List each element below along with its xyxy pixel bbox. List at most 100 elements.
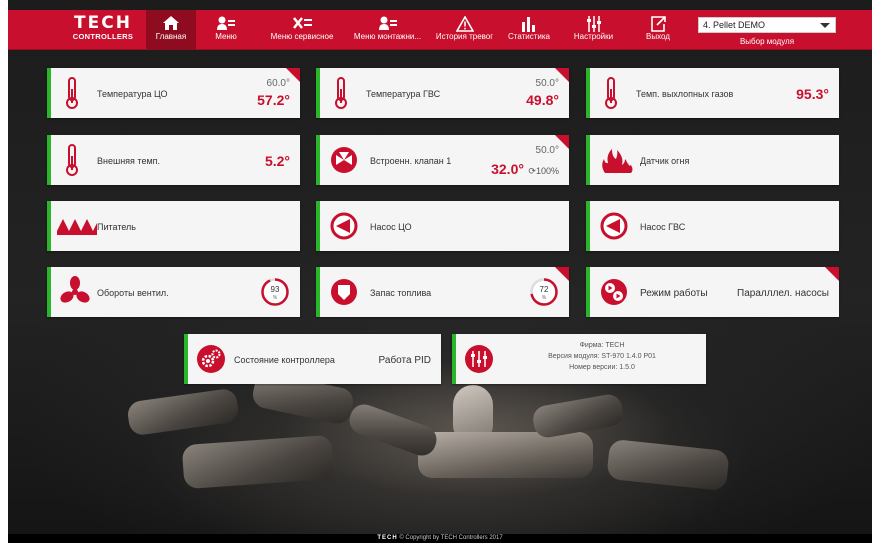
tile-fan-speed[interactable]: Обороты вентил. 93 % bbox=[47, 267, 300, 317]
tile-fire-sensor[interactable]: Датчик огня bbox=[586, 135, 839, 185]
tile-name: Состояние контроллера bbox=[234, 355, 335, 365]
gears-icon bbox=[196, 344, 226, 379]
nav-installer-menu[interactable]: Меню монтажни... bbox=[346, 10, 429, 50]
tile-mixing-valve[interactable]: Встроенн. клапан 1 50.0° 32.0° ⟳100% bbox=[316, 135, 569, 185]
info-sliders-icon bbox=[464, 344, 494, 379]
pellet-image-part bbox=[606, 438, 730, 492]
settings-sliders-icon bbox=[566, 10, 621, 32]
tile-exhaust-temperature[interactable]: Темп. выхлопных газов 95.3° bbox=[586, 68, 839, 118]
pellet-image-part bbox=[345, 400, 441, 460]
edit-corner-marker bbox=[286, 68, 300, 82]
tile-name: Питатель bbox=[97, 222, 136, 232]
nav-settings[interactable]: Настройки bbox=[566, 10, 621, 50]
nav-label: Статистика bbox=[507, 32, 550, 41]
tile-value: 57.2° bbox=[257, 92, 290, 108]
nav-label: Настройки bbox=[573, 32, 614, 41]
tile-name: Температура ЦО bbox=[97, 89, 168, 99]
installer-menu-icon bbox=[346, 10, 429, 32]
tile-name: Насос ЦО bbox=[370, 222, 412, 232]
feeder-icon bbox=[57, 215, 97, 240]
fire-icon bbox=[600, 146, 634, 179]
nav-alarm-history[interactable]: История тревог bbox=[431, 10, 498, 50]
tile-fuel-level[interactable]: Запас топлива 72 % bbox=[316, 267, 569, 317]
nav-label: Главная bbox=[155, 32, 187, 41]
tile-value: 32.0° bbox=[491, 161, 524, 177]
tile-gvs-temperature[interactable]: Температура ГВС 50.0° 49.8° bbox=[316, 68, 569, 118]
nav-menu[interactable]: Меню bbox=[204, 10, 248, 50]
menu-user-icon bbox=[204, 10, 248, 32]
tile-feeder[interactable]: Питатель bbox=[47, 201, 300, 251]
tile-name: Внешняя темп. bbox=[97, 156, 161, 166]
tile-value: Работа PID bbox=[378, 355, 431, 366]
nav-statistics[interactable]: Статистика bbox=[502, 10, 556, 50]
footer-copyright: © Copyright by TECH Controllers 2017 bbox=[399, 535, 503, 541]
tile-name: Запас топлива bbox=[370, 288, 432, 298]
nav-label: Меню bbox=[215, 32, 237, 41]
nav-home[interactable]: Главная bbox=[146, 10, 196, 50]
tile-value: 5.2° bbox=[264, 153, 290, 169]
tile-name: Режим работы bbox=[640, 288, 708, 299]
tile-pump-co[interactable]: Насос ЦО bbox=[316, 201, 569, 251]
gauge-value: 72 bbox=[540, 285, 549, 294]
tile-value: Паралллел. насосы bbox=[737, 288, 829, 299]
module-select-dropdown[interactable]: 4. Pellet DEMO bbox=[698, 17, 836, 33]
edit-corner-marker bbox=[555, 68, 569, 82]
valve-readout: 32.0° ⟳100% bbox=[491, 161, 559, 179]
module-select-value: 4. Pellet DEMO bbox=[703, 20, 766, 30]
valve-icon bbox=[330, 146, 358, 179]
logo-subtext: CONTROLLERS bbox=[72, 32, 134, 41]
tile-name: Насос ГВС bbox=[640, 222, 686, 232]
tile-value: 49.8° bbox=[526, 92, 559, 108]
info-firm: Фирма: TECH bbox=[579, 342, 625, 349]
info-module-version: Версия модуля: ST-970 1.4.0 P01 bbox=[548, 353, 656, 360]
page-footer: TECH © Copyright by TECH Controllers 201… bbox=[8, 534, 872, 543]
nav-label: Выход bbox=[646, 32, 670, 41]
tile-module-info[interactable]: Фирма: TECH Версия модуля: ST-970 1.4.0 … bbox=[452, 334, 706, 384]
nav-label: Меню сервисное bbox=[270, 32, 334, 41]
pellet-image-part bbox=[126, 387, 240, 437]
tile-co-temperature[interactable]: Температура ЦО 60.0° 57.2° bbox=[47, 68, 300, 118]
tile-controller-state[interactable]: Состояние контроллера Работа PID bbox=[184, 334, 441, 384]
thermometer-icon bbox=[604, 77, 618, 114]
app-root: TECH CONTROLLERS Главная Меню Меню серви… bbox=[0, 0, 872, 543]
pump-icon bbox=[330, 212, 358, 245]
edit-corner-marker bbox=[555, 135, 569, 149]
module-info-text: Фирма: TECH Версия модуля: ST-970 1.4.0 … bbox=[502, 340, 702, 373]
service-tools-icon bbox=[261, 10, 343, 32]
tile-pump-gvs[interactable]: Насос ГВС bbox=[586, 201, 839, 251]
nav-logout[interactable]: Выход bbox=[636, 10, 680, 50]
logo-text: TECH bbox=[74, 13, 132, 33]
fuel-tank-icon bbox=[330, 278, 358, 311]
nav-service-menu[interactable]: Меню сервисное bbox=[261, 10, 343, 50]
valve-opening: 100% bbox=[535, 166, 559, 176]
tile-name: Обороты вентил. bbox=[97, 288, 169, 298]
info-version-number: Номер версии: 1.5.0 bbox=[569, 364, 635, 371]
gauge-unit: % bbox=[273, 295, 278, 301]
pump-icon bbox=[600, 212, 628, 245]
nav-label: История тревог bbox=[435, 32, 494, 41]
nav-label: Меню монтажни... bbox=[353, 32, 422, 41]
tile-name: Встроенн. клапан 1 bbox=[370, 156, 452, 166]
tile-name: Темп. выхлопных газов bbox=[636, 89, 734, 99]
edit-corner-marker bbox=[825, 267, 839, 281]
top-navigation-bar: TECH CONTROLLERS Главная Меню Меню серви… bbox=[8, 10, 872, 50]
valve-opening-icon: ⟳ bbox=[528, 166, 536, 176]
tile-outside-temperature[interactable]: Внешняя темп. 5.2° bbox=[47, 135, 300, 185]
home-icon bbox=[146, 10, 196, 32]
tile-operation-mode[interactable]: Режим работы Паралллел. насосы bbox=[586, 267, 839, 317]
fuel-level-gauge: 72 % bbox=[530, 278, 558, 306]
tile-name: Температура ГВС bbox=[366, 89, 441, 99]
alarm-warning-icon bbox=[431, 10, 498, 32]
tile-value: 95.3° bbox=[796, 86, 829, 102]
pellet-image-part bbox=[418, 432, 593, 478]
fan-speed-gauge: 93 % bbox=[261, 278, 289, 306]
edit-corner-marker bbox=[555, 267, 569, 281]
chevron-down-icon bbox=[820, 23, 830, 28]
thermometer-icon bbox=[334, 77, 348, 114]
gauge-unit: % bbox=[542, 295, 547, 301]
tech-logo: TECH CONTROLLERS bbox=[64, 14, 142, 48]
statistics-bars-icon bbox=[502, 10, 556, 32]
tile-name: Датчик огня bbox=[640, 156, 690, 166]
operation-mode-icon bbox=[600, 278, 628, 311]
module-select-caption: Выбор модуля bbox=[739, 37, 795, 46]
